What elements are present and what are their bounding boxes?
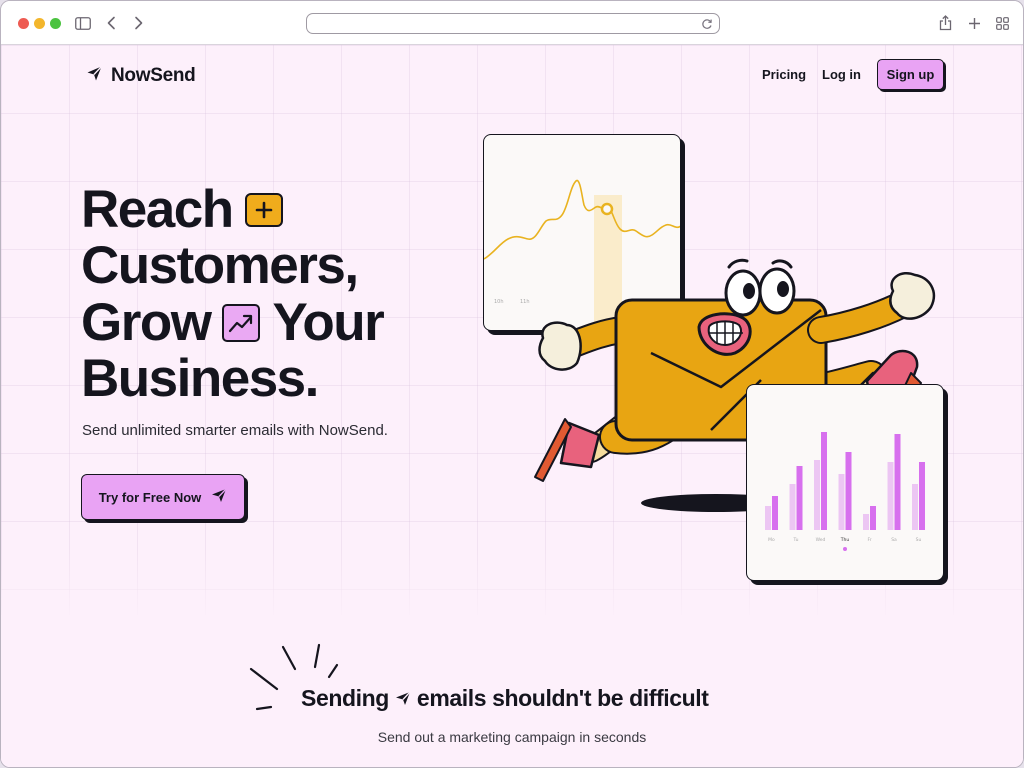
nav-link-pricing[interactable]: Pricing: [762, 67, 806, 82]
bar: [912, 484, 918, 530]
try-free-button[interactable]: Try for Free Now: [81, 474, 245, 520]
zoom-window-button[interactable]: [50, 18, 61, 29]
trend-up-icon: [222, 304, 261, 342]
section-subtitle: Send out a marketing campaign in seconds: [377, 729, 647, 745]
hero-subtitle: Send unlimited smarter emails with NowSe…: [82, 422, 388, 439]
bar-chart: Mo Tu Wed Thu Fr Sa Su: [765, 432, 925, 551]
hero-title-line-4: Business.: [81, 349, 319, 408]
hero-title-line-2: Customers,: [81, 236, 359, 295]
paper-plane-icon: [86, 65, 103, 87]
bar: [814, 460, 820, 530]
hero-title-line-3: Grow Your: [81, 293, 385, 352]
active-day-dot: [843, 547, 847, 551]
bar: [765, 506, 771, 530]
signup-button[interactable]: Sign up: [877, 59, 944, 90]
day-label: Mo: [768, 537, 775, 543]
bar: [894, 434, 901, 530]
minimize-window-button[interactable]: [34, 18, 45, 29]
share-icon[interactable]: [937, 13, 953, 33]
sidebar-icon[interactable]: [74, 13, 92, 33]
bar: [789, 484, 796, 530]
tabs-grid-icon[interactable]: [994, 13, 1010, 33]
day-label: Su: [916, 537, 922, 543]
brand-logo[interactable]: NowSend: [86, 65, 196, 87]
day-label: Wed: [816, 537, 826, 543]
paper-plane-icon: [395, 691, 411, 706]
paper-plane-icon: [211, 488, 227, 506]
browser-toolbar: [1, 1, 1023, 45]
mascot-eye: [724, 269, 762, 317]
bar: [887, 462, 894, 530]
line-tick-label: 10h: [494, 299, 504, 305]
day-label: Sa: [891, 537, 897, 543]
cta-label: Try for Free Now: [98, 489, 202, 505]
new-tab-icon[interactable]: [966, 13, 982, 33]
day-label: Fr: [867, 537, 871, 543]
bar-chart-card: Mo Tu Wed Thu Fr Sa Su: [746, 384, 944, 581]
bar: [838, 474, 845, 530]
bar: [863, 514, 869, 530]
forward-icon[interactable]: [132, 13, 146, 33]
section-headline: Sending emails shouldn't be difficult: [301, 685, 709, 711]
bar: [845, 452, 852, 530]
hero-title-line-1: Reach: [81, 181, 283, 239]
browser-window: NowSend Pricing Log in Sign up Reach Cus…: [0, 0, 1024, 768]
bar: [821, 432, 827, 530]
mascot-eye: [758, 267, 796, 315]
nav-link-login[interactable]: Log in: [822, 67, 861, 82]
back-icon[interactable]: [104, 13, 118, 33]
reload-icon[interactable]: [701, 17, 713, 35]
chat-plus-icon: [244, 193, 283, 227]
brand-name: NowSend: [111, 65, 196, 86]
bar: [870, 506, 876, 530]
bar: [772, 496, 778, 530]
close-window-button[interactable]: [18, 18, 29, 29]
address-bar[interactable]: [306, 13, 720, 34]
page: NowSend Pricing Log in Sign up Reach Cus…: [1, 45, 1023, 767]
bar: [796, 466, 803, 530]
bar: [919, 462, 925, 530]
day-label: Thu: [840, 537, 850, 543]
day-label: Tu: [793, 537, 799, 543]
